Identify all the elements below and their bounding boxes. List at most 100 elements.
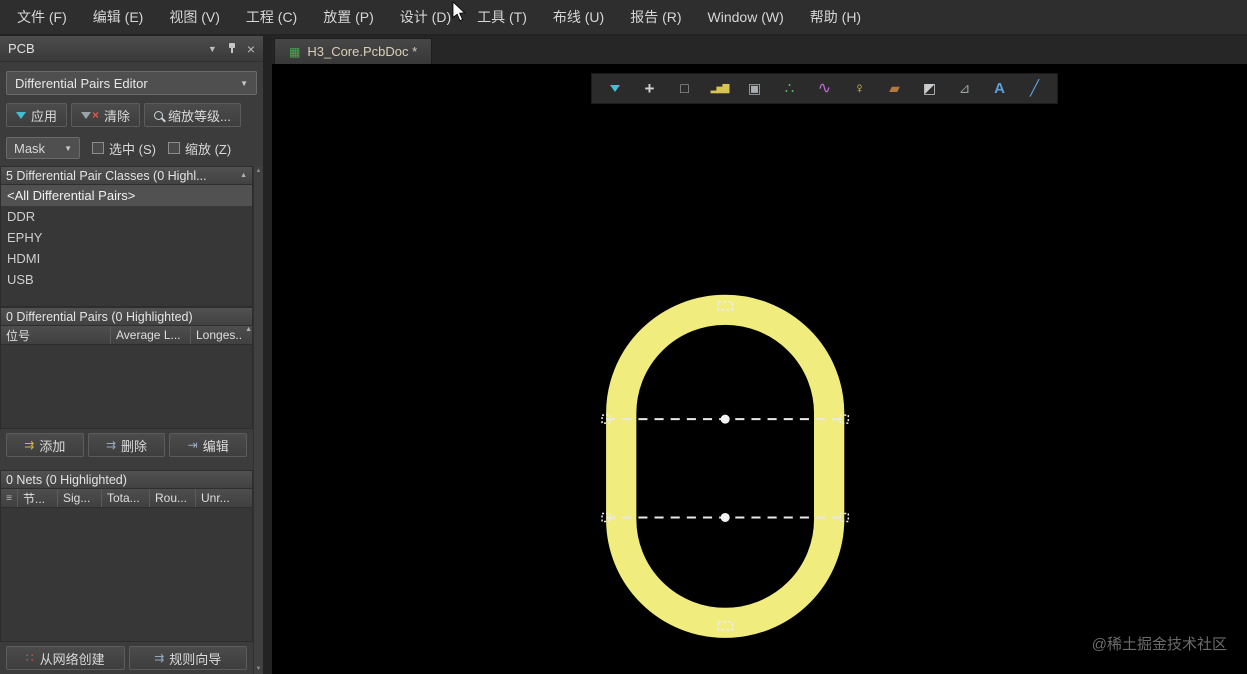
delete-button[interactable]: ⇉ 删除 (87, 433, 166, 457)
scroll-up-icon[interactable]: ▲ (256, 168, 262, 174)
oval-pad-outline[interactable] (606, 294, 845, 638)
region-icon[interactable]: ◩ (912, 74, 947, 103)
editor-mode-select[interactable]: Differential Pairs Editor ▼ (6, 71, 257, 95)
menu-help[interactable]: 帮助 (H) (797, 0, 874, 34)
menu-edit[interactable]: 编辑 (E) (80, 0, 157, 34)
select-checkbox-label: 选中 (S) (109, 141, 156, 157)
tab-h3-core-pcbdoc[interactable]: ▦ H3_Core.PcbDoc * (274, 38, 433, 64)
class-item-ddr[interactable]: DDR (1, 206, 252, 227)
nets-col-unrouted[interactable]: Unr... (196, 489, 252, 507)
checkbox-box (92, 142, 104, 154)
interactive-route-icon[interactable]: ∴ (772, 74, 807, 103)
class-item-usb[interactable]: USB (1, 269, 252, 290)
menu-place[interactable]: 放置 (P) (310, 0, 387, 34)
create-from-net-icon: ∷ (25, 651, 35, 665)
rule-wizard-label: 规则向导 (169, 651, 222, 667)
center-handle[interactable] (720, 512, 730, 523)
filter-clear-icon (81, 111, 92, 119)
filter-button-row: 应用 × 清除 缩放等级... (6, 103, 257, 127)
pairs-header-label: 0 Differential Pairs (0 Highlighted) (6, 309, 193, 324)
clear-button[interactable]: × 清除 (71, 103, 141, 127)
nets-col-total[interactable]: Tota... (102, 489, 150, 507)
panel-menu-chevron-icon[interactable]: ▼ (208, 44, 217, 54)
nets-columns: ≡ 节... Sig... Tota... Rou... Unr... (0, 489, 253, 508)
pcbdoc-icon: ▦ (289, 44, 301, 59)
menu-reports[interactable]: 报告 (R) (617, 0, 694, 34)
watermark: @稀土掘金技术社区 (1091, 636, 1227, 653)
panel-scrollbar[interactable]: ▲ ▼ (253, 166, 263, 674)
close-icon[interactable]: × (247, 42, 255, 56)
rule-wizard-button[interactable]: ⇉ 规则向导 (128, 646, 247, 670)
pcb-canvas[interactable]: + □ ▂▅▇ ▣ ∴ ∿ ♀ ▰ ◩ ⊿ A ╱ @稀土掘金技术社区 (272, 64, 1247, 674)
delete-label: 删除 (121, 438, 148, 454)
edit-button[interactable]: ⇥ 编辑 (169, 433, 248, 457)
classes-header[interactable]: 5 Differential Pair Classes (0 Highl... … (0, 166, 253, 185)
create-from-net-label: 从网络创建 (39, 651, 105, 667)
text-icon[interactable]: A (982, 74, 1017, 103)
select-checkbox[interactable]: 选中 (S) (92, 139, 156, 158)
pairs-button-row: ⇉ 添加 ⇉ 删除 ⇥ 编辑 (6, 433, 248, 457)
pin-icon[interactable] (226, 42, 238, 55)
component-icon[interactable]: ▣ (737, 74, 772, 103)
crosshair-icon[interactable]: + (632, 74, 667, 103)
nets-col-signal[interactable]: Sig... (58, 489, 102, 507)
editor-mode-value: Differential Pairs Editor (15, 75, 148, 91)
nets-header-label: 0 Nets (0 Highlighted) (6, 472, 127, 487)
zoom-level-button[interactable]: 缩放等级... (144, 103, 241, 127)
create-from-net-button[interactable]: ∷ 从网络创建 (6, 646, 125, 670)
clear-x-icon: × (92, 108, 100, 122)
panel-title: PCB (8, 41, 35, 56)
mask-value: Mask (14, 140, 46, 156)
menu-window[interactable]: Window (W) (695, 0, 797, 34)
nets-col-node[interactable]: 节... (18, 489, 58, 507)
class-item-all[interactable]: <All Differential Pairs> (1, 185, 252, 206)
nets-col-routed[interactable]: Rou... (150, 489, 196, 507)
menu-design[interactable]: 设计 (D) (387, 0, 464, 34)
histogram-icon[interactable]: ▂▅▇ (702, 74, 737, 103)
add-button[interactable]: ⇉ 添加 (6, 433, 84, 457)
add-icon: ⇉ (24, 438, 35, 452)
menu-tools[interactable]: 工具 (T) (464, 0, 540, 34)
menu-file[interactable]: 文件 (F) (4, 0, 80, 34)
class-item-hdmi[interactable]: HDMI (1, 248, 252, 269)
pcb-panel: PCB ▼ × Differential Pairs Editor ▼ 应用 ×… (0, 36, 272, 674)
edit-icon: ⇥ (187, 438, 198, 452)
polygon-pour-icon[interactable]: ▰ (877, 74, 912, 103)
zoom-checkbox[interactable]: 缩放 (Z) (167, 139, 231, 158)
menu-view[interactable]: 视图 (V) (156, 0, 233, 34)
sort-up-icon: ▲ (245, 326, 252, 333)
classes-list: <All Differential Pairs> DDR EPHY HDMI U… (0, 185, 253, 307)
pcb-pad-shape[interactable] (272, 64, 1247, 674)
nets-button-row: ∷ 从网络创建 ⇉ 规则向导 (6, 646, 247, 670)
select-area-icon[interactable]: □ (667, 74, 702, 103)
filter-icon[interactable] (597, 85, 632, 92)
zoom-level-label: 缩放等级... (168, 108, 231, 124)
scroll-down-icon[interactable]: ▼ (256, 666, 262, 672)
pairs-col-longest[interactable]: Longes... (191, 326, 242, 344)
menu-project[interactable]: 工程 (C) (233, 0, 310, 34)
rule-wizard-icon: ⇉ (154, 651, 165, 665)
apply-label: 应用 (31, 108, 58, 124)
via-icon[interactable]: ♀ (842, 74, 877, 103)
delete-icon: ⇉ (105, 438, 117, 452)
chevron-down-icon: ▼ (64, 143, 72, 153)
nets-col-icon[interactable]: ≡ (1, 489, 18, 507)
canvas-toolbar: + □ ▂▅▇ ▣ ∴ ∿ ♀ ▰ ◩ ⊿ A ╱ (591, 73, 1058, 104)
measure-icon[interactable]: ⊿ (947, 74, 982, 103)
pairs-col-average[interactable]: Average L... (111, 326, 191, 344)
center-handle[interactable] (720, 414, 730, 424)
line-icon[interactable]: ╱ (1017, 74, 1052, 103)
pairs-col-designator[interactable]: 位号 (1, 326, 111, 344)
nets-header: 0 Nets (0 Highlighted) (0, 470, 253, 489)
menu-route[interactable]: 布线 (U) (540, 0, 617, 34)
pairs-list[interactable] (0, 345, 253, 429)
differential-route-icon[interactable]: ∿ (807, 74, 842, 103)
tab-label: H3_Core.PcbDoc * (307, 44, 418, 59)
nets-list[interactable] (0, 508, 253, 642)
pairs-header: 0 Differential Pairs (0 Highlighted) (0, 307, 253, 326)
class-item-ephy[interactable]: EPHY (1, 227, 252, 248)
pairs-columns: 位号 Average L... Longes... ▲ (0, 326, 253, 345)
apply-button[interactable]: 应用 (6, 103, 68, 127)
panel-header: PCB ▼ × (0, 36, 263, 62)
mask-select[interactable]: Mask ▼ (6, 137, 80, 159)
